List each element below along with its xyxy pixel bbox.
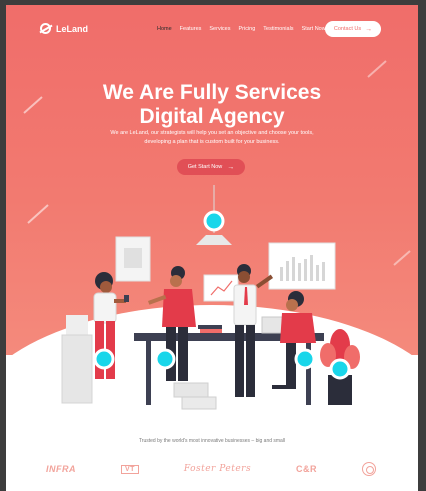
landing-page: LeLand Home Features Services Pricing Te… <box>6 5 418 491</box>
presentation-board <box>203 274 239 302</box>
hero-subtitle-line-1: We are LeLand, our strategists will help… <box>110 130 314 136</box>
cta-label: Get Start Now <box>187 164 223 170</box>
nav-menu: Home Features Services Pricing Testimoni… <box>157 26 326 32</box>
nav-item-start-now[interactable]: Start Now <box>302 26 326 32</box>
client-logo-infra: INFRA <box>46 464 76 474</box>
hero-subtitle-line-2: developing a plan that is custom built f… <box>144 139 280 145</box>
hero-subtitle: We are LeLand, our strategists will help… <box>86 129 338 147</box>
logo-icon <box>40 23 51 34</box>
hotspot-marker-3 <box>154 348 176 370</box>
water-bottle <box>66 315 88 335</box>
brand-logo[interactable]: LeLand <box>40 23 88 34</box>
hero-title-line-1: We Are Fully Services <box>102 81 322 104</box>
hero-title: We Are Fully Services Digital Agency <box>6 81 418 129</box>
hero-title-line-2: Digital Agency <box>139 105 285 128</box>
lamp-shade <box>196 235 232 245</box>
desk-leg-left <box>146 341 151 405</box>
wall-frame-image <box>124 248 142 268</box>
storage-box <box>173 382 209 398</box>
client-logo-circle-icon <box>361 462 376 476</box>
nav-item-home[interactable]: Home <box>157 26 172 32</box>
top-nav: LeLand Home Features Services Pricing Te… <box>6 5 418 55</box>
nav-item-pricing[interactable]: Pricing <box>238 26 255 32</box>
client-logo-cr: C&R <box>296 464 318 474</box>
hotspot-marker-2 <box>93 348 115 370</box>
arrow-right-icon: → <box>227 163 235 171</box>
brand-name: LeLand <box>56 23 89 34</box>
chart-board <box>268 242 336 290</box>
nav-item-features[interactable]: Features <box>180 26 202 32</box>
contact-us-label: Contact Us <box>333 26 362 32</box>
nav-item-services[interactable]: Services <box>209 26 230 32</box>
client-logo-foster-peters: Foster Peters <box>183 464 252 474</box>
nav-item-testimonials[interactable]: Testimonials <box>263 26 293 32</box>
hotspot-marker-4 <box>294 348 316 370</box>
client-logo-vt: VT <box>120 464 139 474</box>
contact-us-button[interactable]: Contact Us → <box>325 21 381 37</box>
books <box>198 325 222 329</box>
hotspot-marker-5 <box>329 358 351 380</box>
team-illustration <box>61 185 360 410</box>
trusted-text: Trusted by the world's most innovative b… <box>138 438 286 444</box>
arrow-right-icon: → <box>365 25 373 33</box>
client-logos: INFRA VT Foster Peters C&R <box>46 460 376 478</box>
water-cooler <box>61 334 93 404</box>
get-start-now-button[interactable]: Get Start Now → <box>177 159 245 175</box>
hotspot-marker-1 <box>203 210 225 232</box>
